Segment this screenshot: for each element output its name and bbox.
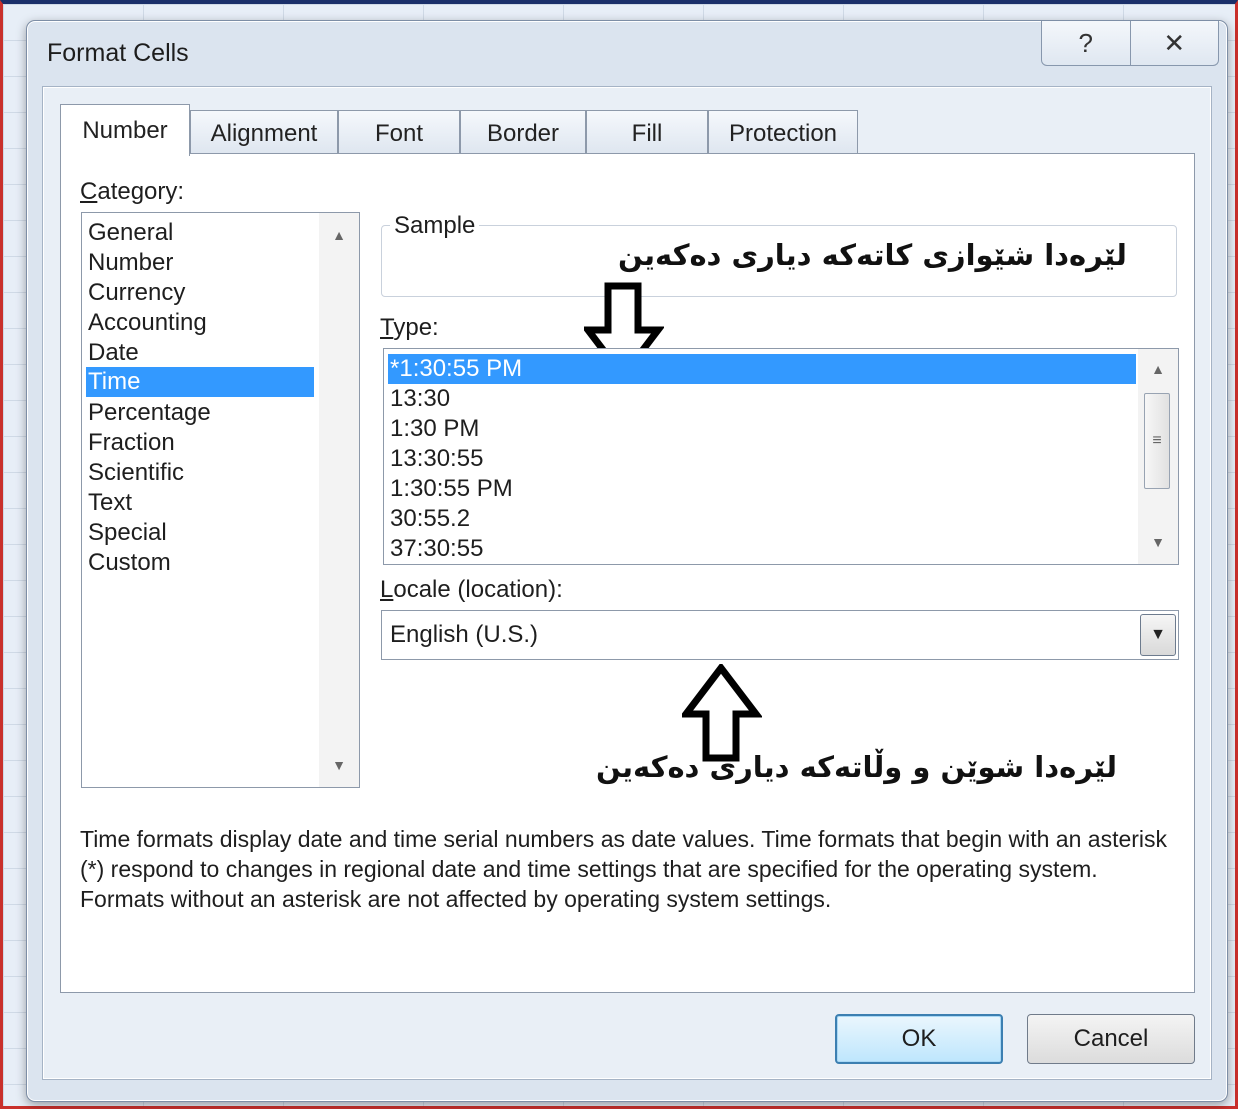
scroll-down-icon[interactable]: ▼ — [319, 757, 359, 773]
type-item[interactable]: 13:30 — [390, 384, 450, 414]
type-item[interactable]: 37:30:55 — [390, 534, 483, 564]
arrow-up-icon — [682, 664, 762, 762]
dropdown-button[interactable]: ▼ — [1140, 614, 1176, 656]
tab-fill[interactable]: Fill — [586, 110, 708, 156]
category-item-number[interactable]: Number — [88, 248, 173, 278]
grip-icon: ≡ — [1152, 432, 1162, 449]
type-item[interactable]: 1:30 PM — [390, 414, 479, 444]
close-button[interactable]: ✕ — [1129, 21, 1219, 65]
help-icon: ? — [1078, 27, 1093, 58]
category-item-scientific[interactable]: Scientific — [88, 458, 184, 488]
category-label: Category: — [80, 178, 185, 205]
chevron-down-icon: ▼ — [1150, 626, 1166, 643]
tab-alignment[interactable]: Alignment — [190, 110, 338, 156]
scroll-down-icon[interactable]: ▼ — [1138, 534, 1178, 550]
category-item-text[interactable]: Text — [88, 488, 132, 518]
annotation-type-hint: لێرەدا شێوازی کاتەکە دیاری دەکەین — [618, 238, 1127, 272]
tab-border[interactable]: Border — [460, 110, 586, 156]
ok-button[interactable]: OK — [835, 1014, 1003, 1064]
category-item-currency[interactable]: Currency — [88, 278, 185, 308]
category-item-general[interactable]: General — [88, 218, 173, 248]
category-item-percentage[interactable]: Percentage — [88, 398, 211, 428]
category-item-fraction[interactable]: Fraction — [88, 428, 175, 458]
annotation-locale-hint: لێرەدا شوێن و وڵاتەکە دیاری دەکەین — [596, 750, 1118, 784]
sample-legend: Sample — [390, 212, 480, 240]
type-item-selected[interactable]: *1:30:55 PM — [388, 354, 1136, 384]
type-list[interactable]: *1:30:55 PM 13:30 1:30 PM 13:30:55 1:30:… — [383, 348, 1179, 565]
scroll-up-icon[interactable]: ▲ — [1138, 361, 1178, 377]
tab-font[interactable]: Font — [338, 110, 460, 156]
locale-value: English (U.S.) — [390, 621, 539, 648]
scroll-thumb[interactable]: ≡ — [1144, 393, 1170, 489]
category-scrollbar[interactable]: ▲ ▼ — [319, 213, 359, 787]
tab-protection[interactable]: Protection — [708, 110, 858, 156]
category-item-accounting[interactable]: Accounting — [88, 308, 207, 338]
type-label: Type: — [380, 314, 439, 341]
category-item-date[interactable]: Date — [88, 338, 139, 368]
format-description: Time formats display date and time seria… — [80, 826, 1168, 912]
category-item-special[interactable]: Special — [88, 518, 167, 548]
scroll-up-icon[interactable]: ▲ — [319, 227, 359, 243]
locale-dropdown[interactable]: English (U.S.) ▼ — [381, 610, 1179, 660]
type-scrollbar[interactable]: ▲ ≡ ▼ — [1138, 349, 1178, 564]
category-item-time[interactable]: Time — [86, 367, 314, 397]
cancel-button[interactable]: Cancel — [1027, 1014, 1195, 1064]
type-item[interactable]: 30:55.2 — [390, 504, 470, 534]
category-item-custom[interactable]: Custom — [88, 548, 171, 578]
dialog-title: Format Cells — [47, 39, 189, 67]
window-controls: ? ✕ — [1041, 21, 1219, 66]
type-item[interactable]: 13:30:55 — [390, 444, 483, 474]
type-item[interactable]: 1:30:55 PM — [390, 474, 513, 504]
close-icon: ✕ — [1163, 27, 1186, 58]
locale-label: Locale (location): — [380, 576, 563, 603]
category-list[interactable]: General Number Currency Accounting Date … — [81, 212, 360, 788]
tab-number[interactable]: Number — [60, 104, 190, 156]
help-button[interactable]: ? — [1042, 21, 1130, 65]
